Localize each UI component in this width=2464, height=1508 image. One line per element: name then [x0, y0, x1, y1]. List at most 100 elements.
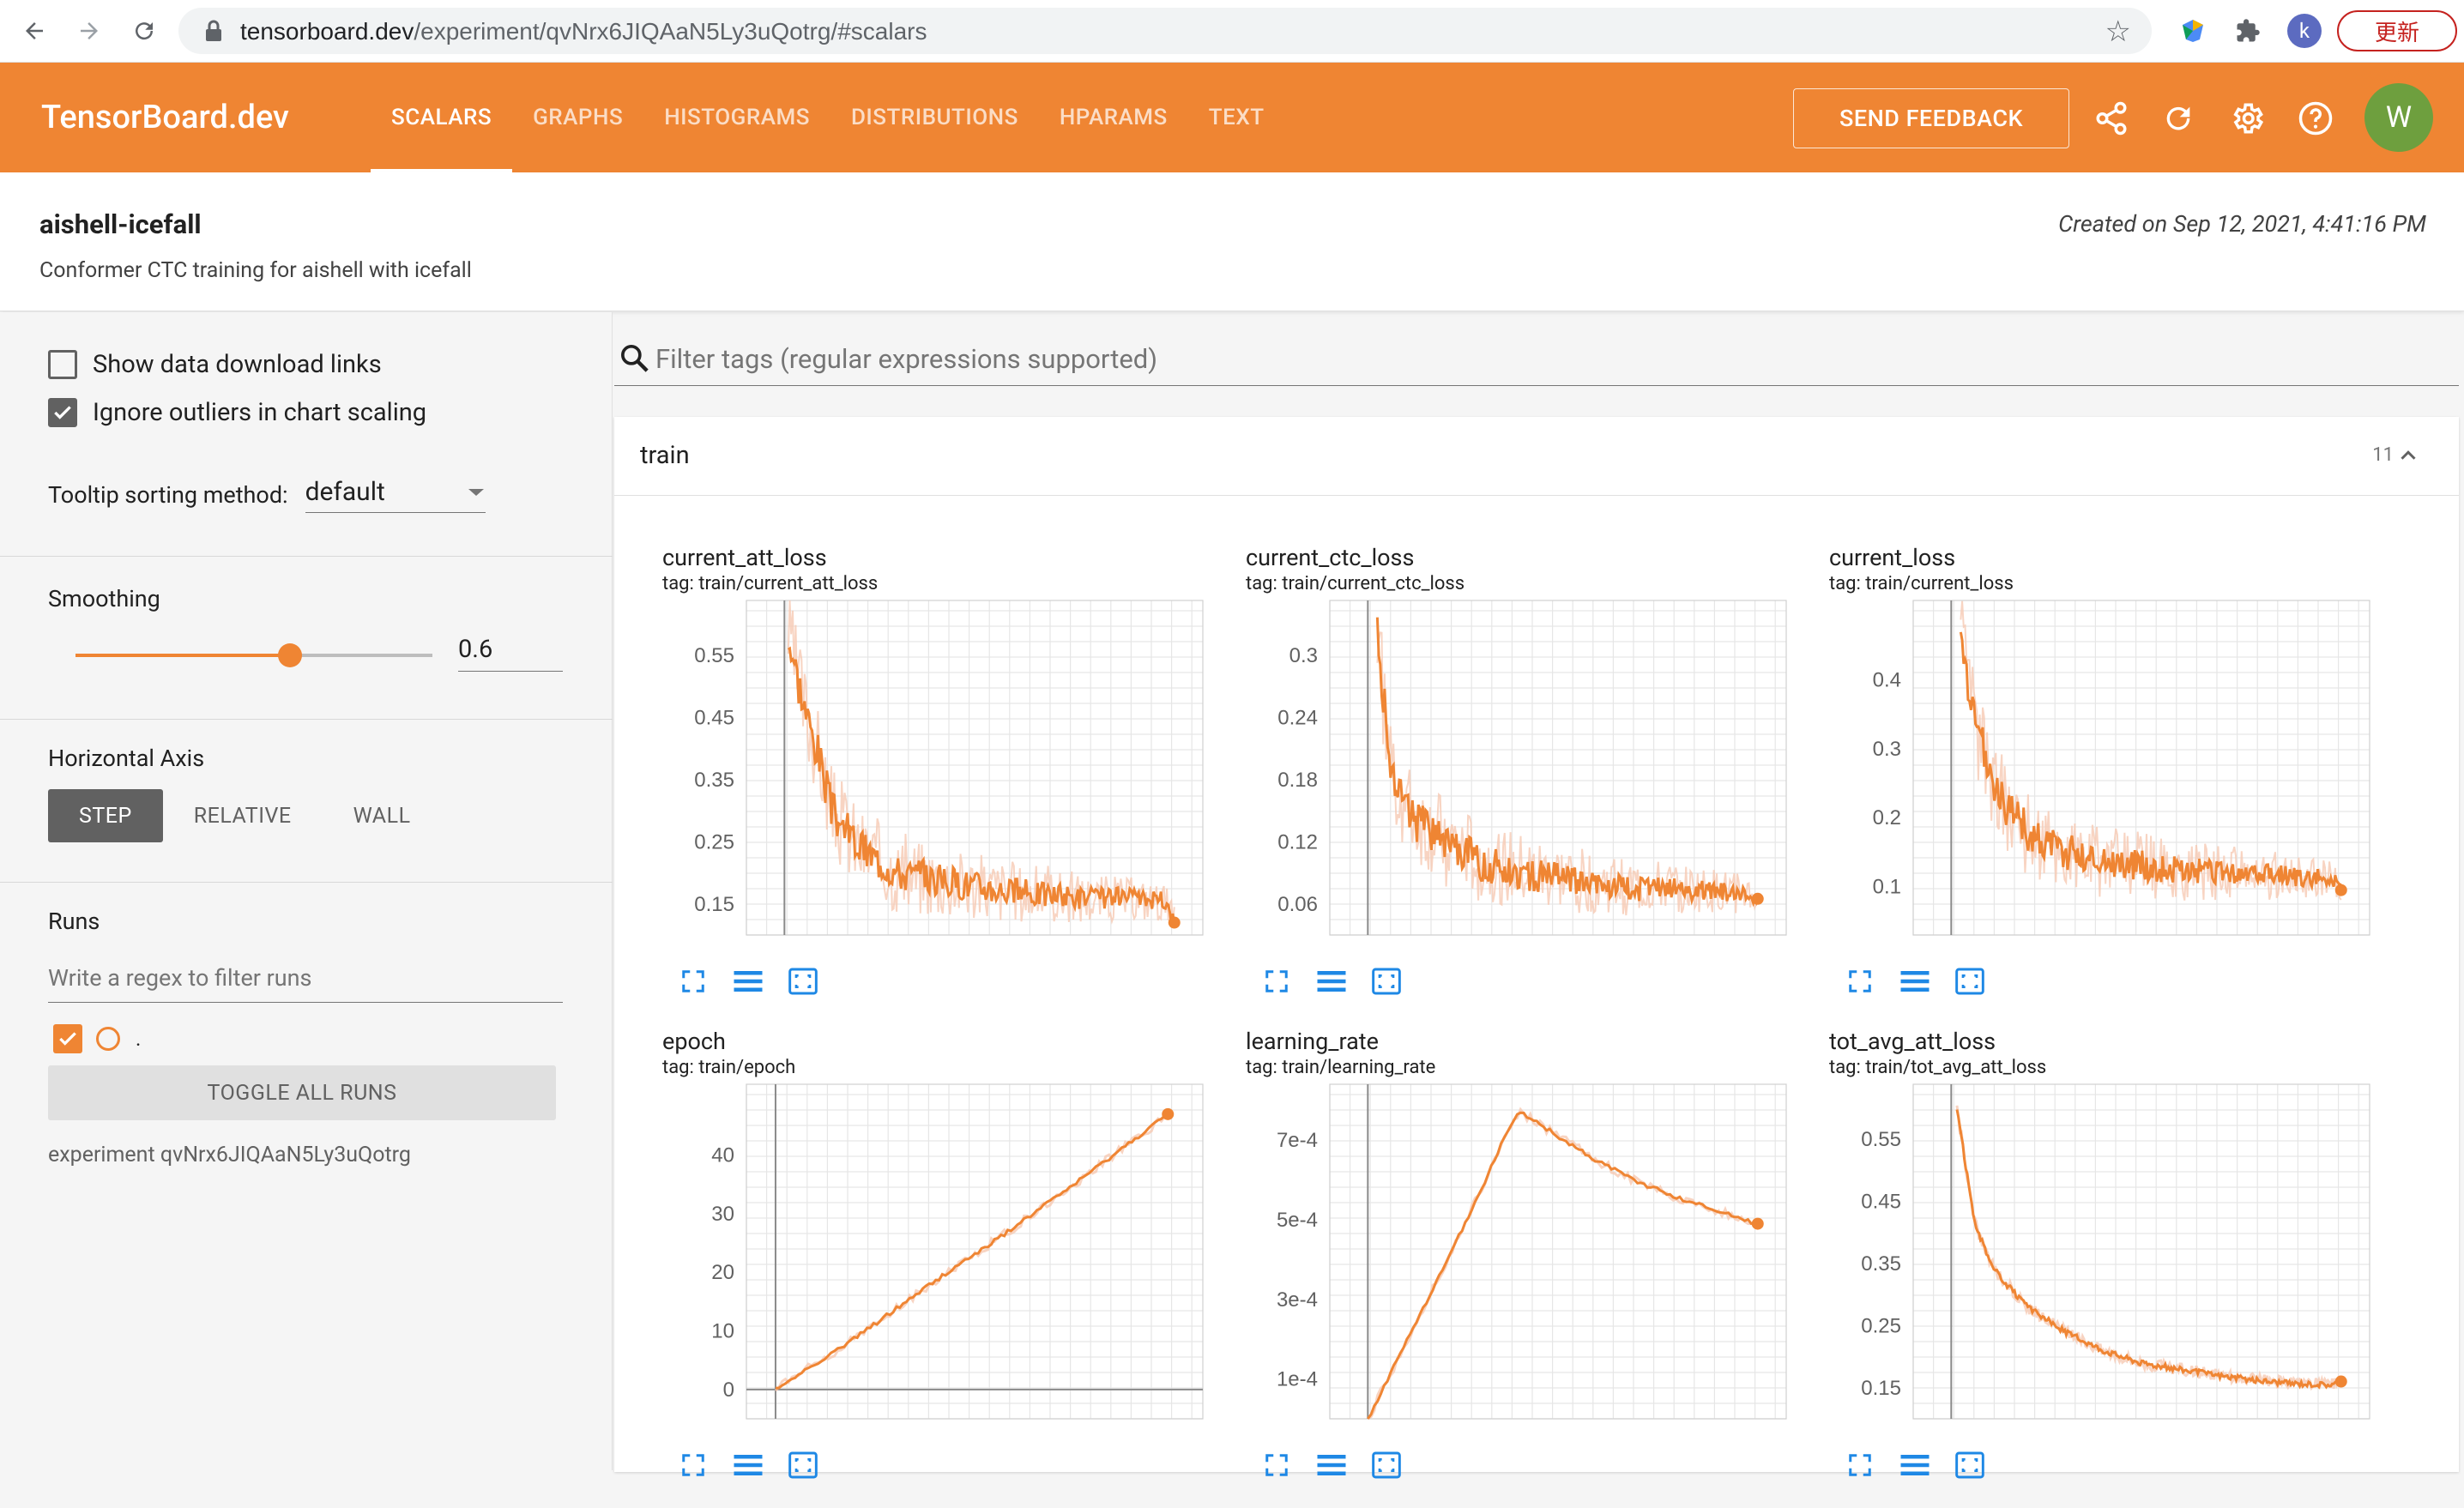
show-download-links-checkbox[interactable]: Show data download links	[48, 350, 382, 379]
toggle-log-scale-icon[interactable]	[1311, 1446, 1352, 1484]
fit-domain-icon[interactable]	[1366, 962, 1407, 1000]
run-name: .	[136, 1027, 142, 1051]
browser-profile-avatar[interactable]: k	[2287, 14, 2322, 48]
chevron-up-icon[interactable]	[2395, 443, 2421, 472]
divider	[0, 556, 613, 557]
refresh-icon[interactable]	[2157, 97, 2200, 140]
smoothing-input[interactable]: 0.6	[458, 635, 563, 672]
puzzle-icon[interactable]	[2231, 14, 2265, 48]
plot-frame	[1912, 1083, 2370, 1420]
chart-tag: tag: train/tot_avg_att_loss	[1829, 1057, 2047, 1078]
chart-tag: tag: train/learning_rate	[1246, 1057, 1436, 1078]
address-bar[interactable]: tensorboard.dev/experiment/qvNrx6JIQAaN5…	[178, 8, 2152, 54]
tooltip-sorting-select[interactable]: default	[305, 477, 486, 513]
tab-distributions[interactable]: DISTRIBUTIONS	[830, 63, 1039, 172]
toggle-log-scale-icon[interactable]	[1894, 962, 1936, 1000]
tag-filter-input[interactable]: Filter tags (regular expressions support…	[614, 340, 2459, 386]
lock-icon	[204, 20, 223, 45]
browser-update-button[interactable]: 更新	[2337, 10, 2457, 51]
chart-tag: tag: train/current_loss	[1829, 573, 2014, 594]
y-tick-label: 0.25	[1861, 1314, 1901, 1337]
tab-hparams[interactable]: HPARAMS	[1039, 63, 1188, 172]
toggle-log-scale-icon[interactable]	[728, 962, 769, 1000]
axis-relative-button[interactable]: RELATIVE	[163, 789, 323, 842]
fullscreen-icon[interactable]	[673, 1446, 714, 1484]
scalar-chart-card: learning_ratetag: train/learning_rate040…	[1210, 1028, 1793, 1508]
chart-title: learning_rate	[1246, 1028, 1379, 1055]
fit-domain-icon[interactable]	[782, 962, 824, 1000]
tab-histograms[interactable]: HISTOGRAMS	[643, 63, 830, 172]
run-row[interactable]: .	[53, 1024, 141, 1053]
fullscreen-icon[interactable]	[1256, 1446, 1297, 1484]
brand-title[interactable]: TensorBoard.dev	[41, 99, 289, 136]
toggle-log-scale-icon[interactable]	[728, 1446, 769, 1484]
tab-scalars[interactable]: SCALARS	[371, 63, 513, 172]
chart-tag: tag: train/current_att_loss	[662, 573, 879, 594]
smoothed-series-line	[787, 646, 1176, 925]
y-tick-label: 0.55	[694, 644, 734, 667]
chart-toolbar	[1256, 1446, 1421, 1484]
reload-icon[interactable]	[125, 12, 163, 50]
forward-icon[interactable]	[70, 12, 108, 50]
tag-group-header[interactable]: train 11	[614, 417, 2459, 496]
ignore-outliers-checkbox[interactable]: Ignore outliers in chart scaling	[48, 398, 426, 427]
tab-text[interactable]: TEXT	[1188, 63, 1285, 172]
tab-graphs[interactable]: GRAPHS	[512, 63, 643, 172]
last-point-marker	[1162, 1107, 1175, 1120]
settings-gear-icon[interactable]	[2225, 97, 2268, 140]
fullscreen-icon[interactable]	[1839, 1446, 1881, 1484]
toggle-all-runs-button[interactable]: TOGGLE ALL RUNS	[48, 1065, 556, 1120]
y-tick-label: 0	[723, 1378, 734, 1402]
scalar-chart-card: current_losstag: train/current_loss040k8…	[1793, 544, 2376, 1024]
fit-domain-icon[interactable]	[1949, 962, 1990, 1000]
checkbox-checked-icon[interactable]	[48, 398, 77, 427]
bookmark-star-icon[interactable]: ☆	[2105, 15, 2131, 49]
help-icon[interactable]	[2294, 97, 2337, 140]
experiment-header: aishell-icefall Conformer CTC training f…	[0, 172, 2464, 311]
fit-domain-icon[interactable]	[1366, 1446, 1407, 1484]
send-feedback-button[interactable]: SEND FEEDBACK	[1793, 88, 2069, 148]
y-tick-label: 0.3	[1289, 644, 1318, 667]
axis-step-button[interactable]: STEP	[48, 789, 163, 842]
y-tick-label: 0.15	[694, 893, 734, 916]
chart-tag: tag: train/current_ctc_loss	[1246, 573, 1465, 594]
toggle-log-scale-icon[interactable]	[1311, 962, 1352, 1000]
back-icon[interactable]	[15, 12, 53, 50]
y-tick-label: 3e-4	[1277, 1288, 1318, 1312]
horizontal-axis-label: Horizontal Axis	[48, 745, 205, 772]
fullscreen-icon[interactable]	[1256, 962, 1297, 1000]
checkbox-unchecked-icon[interactable]	[48, 350, 77, 379]
scalar-chart-card: current_att_loss tag: train/current_att_l…	[626, 544, 1210, 1024]
chart-plot: 040k80k120k160k200k1e-43e-45e-47e-4	[1277, 1083, 1787, 1421]
slider-fill	[75, 654, 290, 657]
fit-domain-icon[interactable]	[1949, 1446, 1990, 1484]
last-point-marker	[2334, 1375, 2347, 1388]
last-point-marker	[1168, 916, 1181, 929]
raw-series-line	[787, 600, 1175, 925]
smoothed-series-line	[1375, 617, 1760, 908]
fit-domain-icon[interactable]	[782, 1446, 824, 1484]
y-tick-label: 20	[711, 1261, 734, 1284]
extension-icon[interactable]	[2176, 14, 2210, 48]
toggle-log-scale-icon[interactable]	[1894, 1446, 1936, 1484]
slider-handle[interactable]	[277, 643, 302, 667]
runs-filter-input[interactable]: Write a regex to filter runs	[48, 964, 563, 1003]
experiment-title: aishell-icefall	[39, 208, 202, 240]
y-tick-label: 5e-4	[1277, 1209, 1318, 1232]
fullscreen-icon[interactable]	[673, 962, 714, 1000]
smoothing-slider[interactable]	[75, 643, 432, 667]
scalar-chart-card: current_ctc_loss tag: train/current_ctc_l…	[1210, 544, 1793, 1024]
user-avatar[interactable]: W	[2364, 83, 2433, 152]
share-icon[interactable]	[2090, 97, 2133, 140]
fullscreen-icon[interactable]	[1839, 962, 1881, 1000]
axis-wall-button[interactable]: WALL	[323, 789, 442, 842]
last-point-marker	[1751, 1217, 1764, 1230]
plugin-tabs: SCALARS GRAPHS HISTOGRAMS DISTRIBUTIONS …	[371, 63, 1285, 172]
tag-group-count: 11	[2372, 444, 2394, 466]
run-checkbox-checked-icon[interactable]	[53, 1024, 82, 1053]
run-color-circle-icon[interactable]	[96, 1027, 120, 1051]
app-header: TensorBoard.dev SCALARS GRAPHS HISTOGRAM…	[0, 63, 2464, 172]
y-tick-label: 0.45	[694, 707, 734, 730]
experiment-created-date: Created on Sep 12, 2021, 4:41:16 PM	[2058, 210, 2426, 238]
settings-sidebar: Show data download links Ignore outliers…	[0, 312, 613, 1470]
